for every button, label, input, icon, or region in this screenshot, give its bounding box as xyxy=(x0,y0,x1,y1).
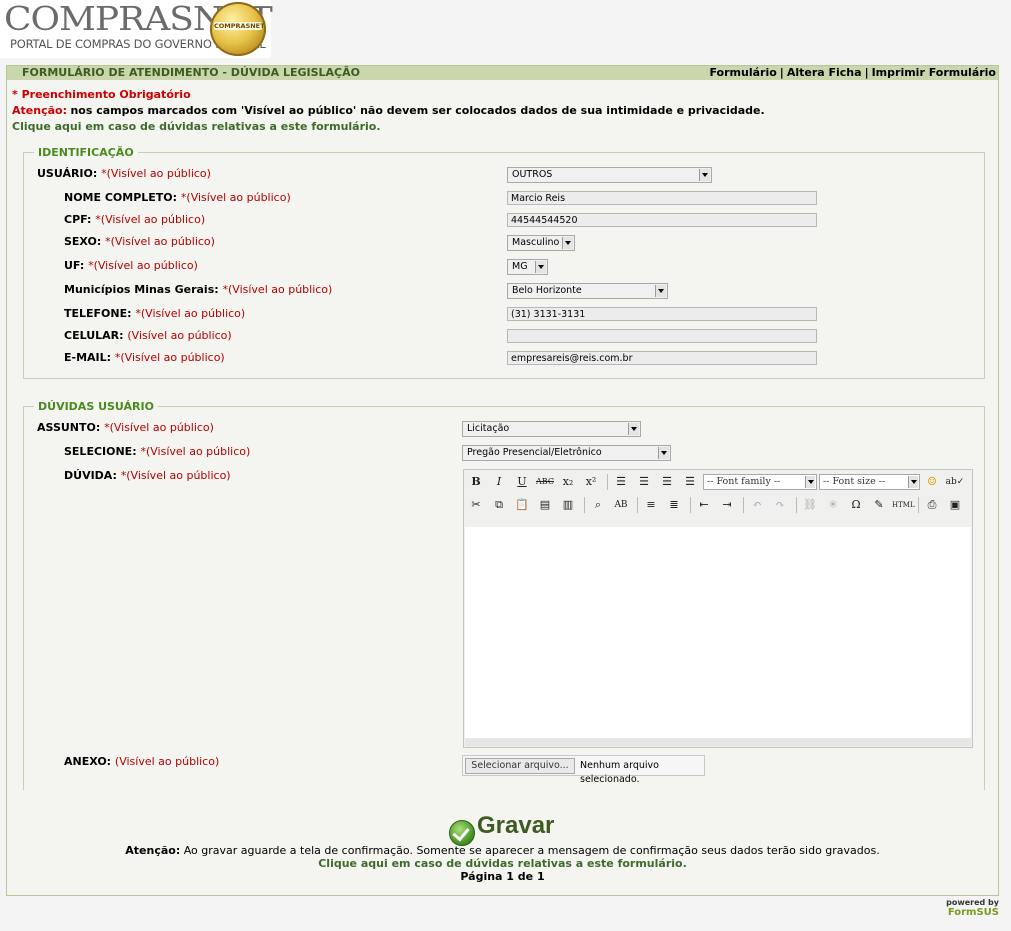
powered-by-formsus[interactable]: powered by FormSUS xyxy=(939,898,999,918)
municipio-select[interactable]: Belo Horizonte xyxy=(507,283,668,299)
required-note: * Preenchimento Obrigatório xyxy=(12,88,191,101)
assunto-select[interactable]: Licitação xyxy=(462,421,641,437)
email-input[interactable]: empresareis@reis.com.br xyxy=(507,351,817,365)
identificacao-legend: IDENTIFICAÇÃO xyxy=(38,146,134,159)
align-left-icon[interactable]: ☰ xyxy=(611,472,631,492)
editor-status-bar xyxy=(465,738,971,746)
check-icon xyxy=(449,820,475,846)
anexo-file-input: Selecionar arquivo... Nenhum arquivo sel… xyxy=(462,755,705,785)
emoticon-icon[interactable]: ☺ xyxy=(922,472,942,492)
numbered-list-icon[interactable]: ≣ xyxy=(664,495,684,515)
link-imprimir[interactable]: Imprimir Formulário xyxy=(872,66,996,79)
editor-toolbar-row-1: B I U ABC x₂ x² ☰ ☰ ☰ ☰ -- Font family -… xyxy=(466,471,968,493)
telefone-input[interactable]: (31) 3131-3131 xyxy=(507,307,817,321)
gravar-label: Gravar xyxy=(477,812,555,839)
comprasnet-seal-icon: COMPRASNET xyxy=(210,2,266,56)
link-icon[interactable]: ⛓ xyxy=(800,495,820,515)
html-source-icon[interactable]: HTML xyxy=(892,495,915,515)
sexo-label: SEXO: *(Visível ao público) xyxy=(64,235,215,248)
anexo-label: ANEXO: (Visível ao público) xyxy=(64,755,220,768)
comprasnet-logo[interactable]: COMPRASNET PORTAL DE COMPRAS DO GOVERNO … xyxy=(0,0,273,58)
copy-icon[interactable]: ⧉ xyxy=(489,495,509,515)
chevron-down-icon xyxy=(908,476,918,488)
page-indicator: Página 1 de 1 xyxy=(460,870,545,883)
chevron-down-icon xyxy=(699,169,710,181)
form-title: FORMULÁRIO DE ATENDIMENTO - DÚVIDA LEGIS… xyxy=(22,66,360,79)
municipio-label: Municípios Minas Gerais: *(Visível ao pú… xyxy=(64,283,333,296)
nome-input[interactable]: Marcio Reis xyxy=(507,191,817,205)
form-title-bar: FORMULÁRIO DE ATENDIMENTO - DÚVIDA LEGIS… xyxy=(7,66,998,80)
file-status: Nenhum arquivo selecionado. xyxy=(580,760,659,785)
bold-icon[interactable]: B xyxy=(466,472,486,492)
attention-note: Atenção: nos campos marcados com 'Visíve… xyxy=(12,104,765,117)
attention-label: Atenção: xyxy=(12,104,67,117)
outdent-icon[interactable]: ⇤ xyxy=(694,495,714,515)
email-label: E-MAIL: *(Visível ao público) xyxy=(64,351,225,364)
cleanup-icon[interactable]: ✎ xyxy=(869,495,889,515)
select-file-button[interactable]: Selecionar arquivo... xyxy=(465,758,575,774)
align-right-icon[interactable]: ☰ xyxy=(657,472,677,492)
undo-icon[interactable]: ↶ xyxy=(747,495,767,515)
redo-icon[interactable]: ↷ xyxy=(770,495,790,515)
replace-icon[interactable]: AB xyxy=(611,495,631,515)
usuario-label: USUÁRIO: *(Visível ao público) xyxy=(37,167,211,180)
assunto-label: ASSUNTO: *(Visível ao público) xyxy=(37,421,214,434)
chevron-down-icon xyxy=(535,261,546,273)
fullscreen-icon[interactable]: ▣ xyxy=(945,495,965,515)
subscript-icon[interactable]: x₂ xyxy=(558,472,578,492)
cpf-label: CPF: *(Visível ao público) xyxy=(64,213,206,226)
italic-icon[interactable]: I xyxy=(489,472,509,492)
duvida-rich-text-editor: B I U ABC x₂ x² ☰ ☰ ☰ ☰ -- Font family -… xyxy=(463,469,973,748)
editor-toolbar-row-2: ✂ ⧉ 📋 ▤ ▥ ⌕ AB ≡ ≣ ⇤ ⇥ ↶ ↷ ⛓ ✳ Ω ✎ HTML … xyxy=(466,494,968,516)
paste-text-icon[interactable]: ▤ xyxy=(535,495,555,515)
align-justify-icon[interactable]: ☰ xyxy=(680,472,700,492)
uf-label: UF: *(Visível ao público) xyxy=(64,259,198,272)
link-formulario[interactable]: Formulário xyxy=(709,66,776,79)
uf-select[interactable]: MG xyxy=(507,259,548,275)
link-altera-ficha[interactable]: Altera Ficha xyxy=(787,66,862,79)
special-char-icon[interactable]: Ω xyxy=(846,495,866,515)
duvidas-legend: DÚVIDAS USUÁRIO xyxy=(38,400,154,413)
paste-word-icon[interactable]: ▥ xyxy=(558,495,578,515)
chevron-down-icon xyxy=(628,423,639,435)
chevron-down-icon xyxy=(655,285,666,297)
formsus-logo: FormSUS xyxy=(947,907,999,918)
unlink-icon[interactable]: ✳ xyxy=(823,495,843,515)
celular-label: CELULAR: (Visível ao público) xyxy=(64,329,232,342)
cut-icon[interactable]: ✂ xyxy=(466,495,486,515)
telefone-label: TELEFONE: *(Visível ao público) xyxy=(64,307,246,320)
font-family-select[interactable]: -- Font family -- xyxy=(703,474,817,490)
find-icon[interactable]: ⌕ xyxy=(588,495,608,515)
attention-text: nos campos marcados com 'Visível ao públ… xyxy=(70,104,765,117)
help-link-bottom[interactable]: Clique aqui em caso de dúvidas relativas… xyxy=(7,857,998,870)
celular-input[interactable] xyxy=(507,329,817,343)
footer-attention: Atenção: Ao gravar aguarde a tela de con… xyxy=(125,844,880,857)
spellcheck-icon[interactable]: ab✓ xyxy=(945,472,965,492)
print-icon[interactable]: ⎙ xyxy=(922,495,942,515)
nome-label: NOME COMPLETO: *(Visível ao público) xyxy=(64,191,291,204)
chevron-down-icon xyxy=(805,476,815,488)
cpf-input[interactable]: 44544544520 xyxy=(507,213,817,227)
paste-icon[interactable]: 📋 xyxy=(512,495,532,515)
chevron-down-icon xyxy=(562,237,573,249)
selecione-select[interactable]: Pregão Presencial/Eletrônico xyxy=(462,445,671,461)
superscript-icon[interactable]: x² xyxy=(581,472,601,492)
underline-icon[interactable]: U xyxy=(512,472,532,492)
top-links: Formulário | Altera Ficha | Imprimir Formulá… xyxy=(709,66,996,79)
bullet-list-icon[interactable]: ≡ xyxy=(641,495,661,515)
help-link-top[interactable]: Clique aqui em caso de dúvidas relativas… xyxy=(12,120,381,133)
strikethrough-icon[interactable]: ABC xyxy=(535,472,555,492)
duvida-text-area[interactable] xyxy=(465,527,971,739)
selecione-label: SELECIONE: *(Visível ao público) xyxy=(64,445,251,458)
chevron-down-icon xyxy=(658,447,669,459)
indent-icon[interactable]: ⇥ xyxy=(717,495,737,515)
align-center-icon[interactable]: ☰ xyxy=(634,472,654,492)
sexo-select[interactable]: Masculino xyxy=(507,235,575,251)
duvida-label: DÚVIDA: *(Visível ao público) xyxy=(64,469,231,482)
form-panel: FORMULÁRIO DE ATENDIMENTO - DÚVIDA LEGIS… xyxy=(6,65,999,896)
font-size-select[interactable]: -- Font size -- xyxy=(819,474,920,490)
usuario-select[interactable]: OUTROS xyxy=(507,167,712,183)
